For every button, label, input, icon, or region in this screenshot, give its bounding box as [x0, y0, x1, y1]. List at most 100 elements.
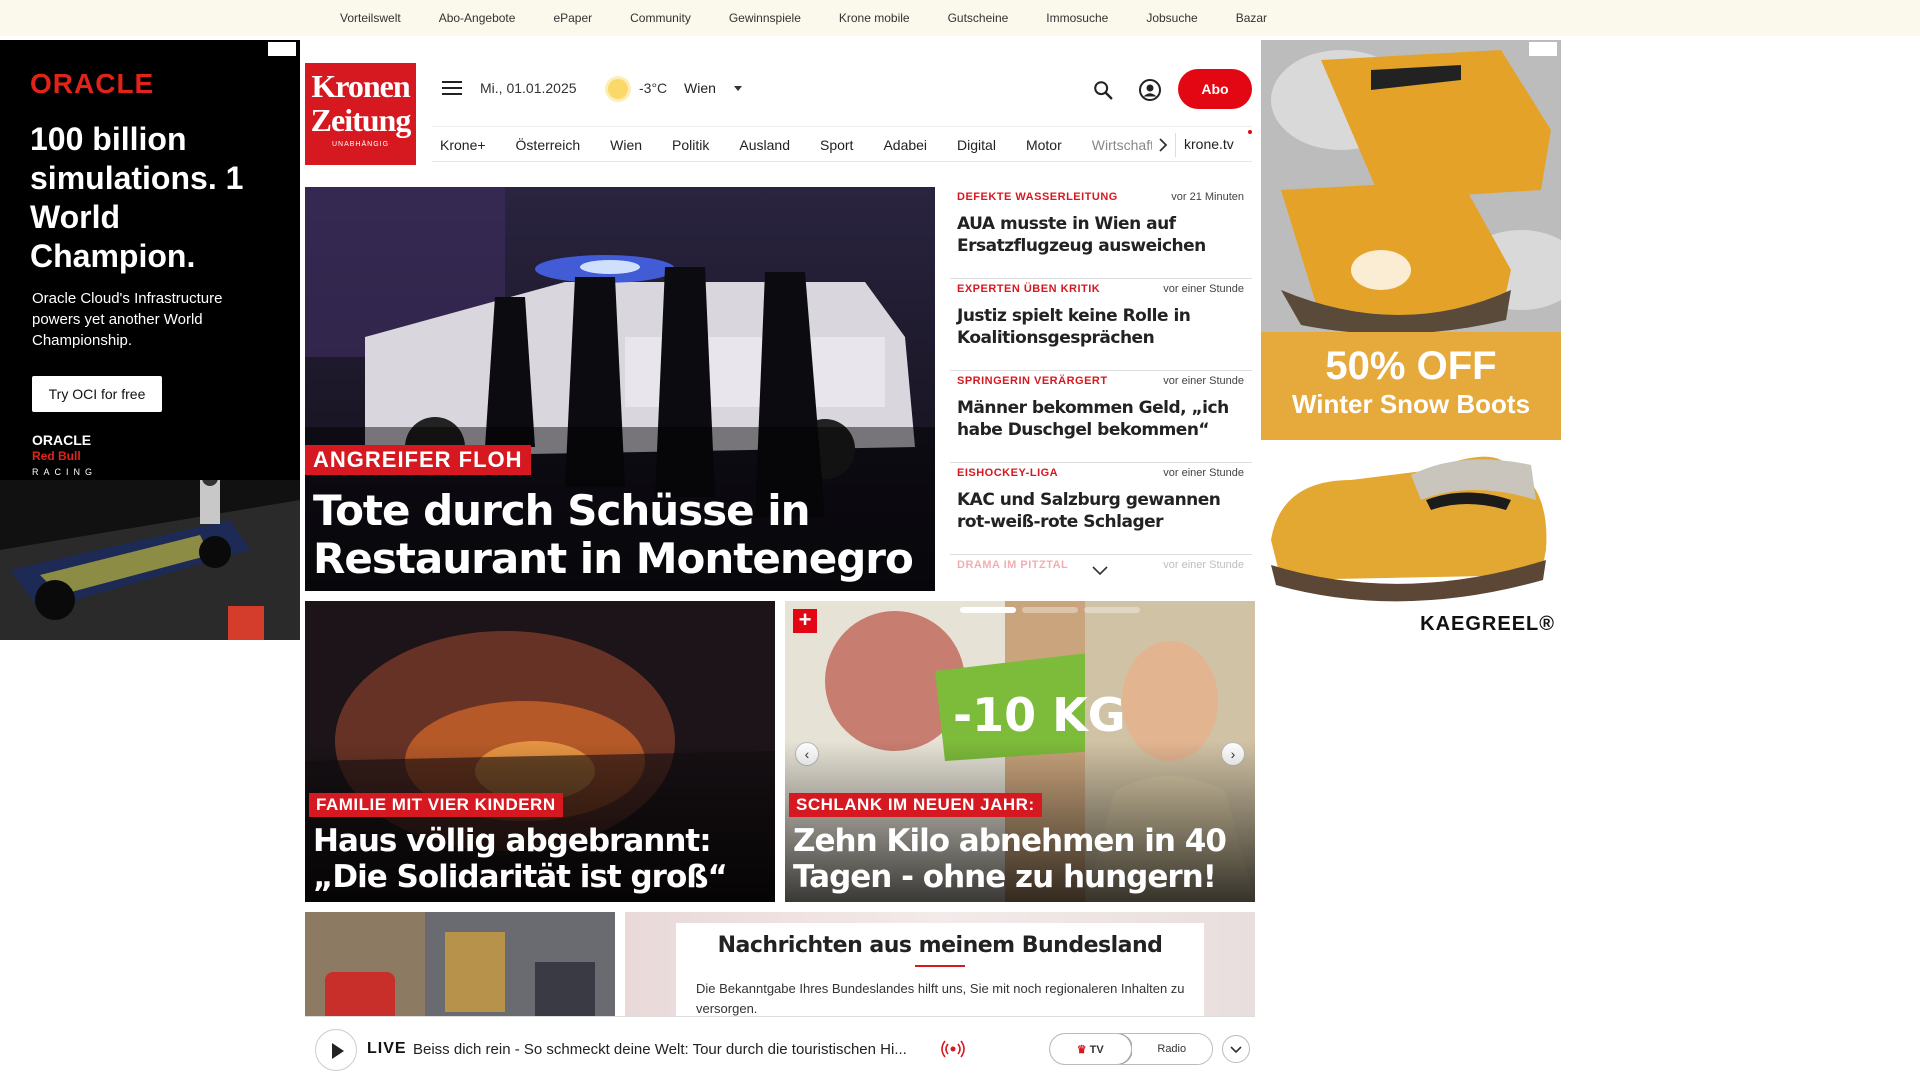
- nav-tab-adabei[interactable]: Adabei: [883, 137, 927, 153]
- bundesland-title: Nachrichten aus meinem Bundesland: [717, 933, 1163, 958]
- title-underline: [915, 965, 965, 967]
- chevron-down-icon: [1230, 1046, 1242, 1054]
- nav-tab-digital[interactable]: Digital: [957, 137, 996, 153]
- nav-tab-politik[interactable]: Politik: [672, 137, 709, 153]
- ticker-time: vor einer Stunde: [1163, 375, 1244, 387]
- ticker-time: vor einer Stunde: [1163, 467, 1244, 479]
- ticker-headline[interactable]: AUA musste in Wien auf Ersatzflugzeug au…: [957, 213, 1245, 257]
- tv-label: TV: [1089, 1043, 1104, 1056]
- nav-tab-wien[interactable]: Wien: [610, 137, 642, 153]
- current-date: Mi., 01.01.2025: [480, 80, 577, 96]
- ad-brand-kaegreel: KAEGREEL®: [1420, 613, 1555, 635]
- crown-icon: ♛: [1076, 1043, 1087, 1056]
- krone-plus-badge: +: [793, 609, 817, 633]
- topbar-link-epaper[interactable]: ePaper: [553, 11, 592, 25]
- chevron-down-icon[interactable]: [734, 86, 742, 91]
- card-kicker: SCHLANK IM NEUEN JAHR:: [789, 793, 1042, 817]
- nav-separator: [1175, 133, 1176, 157]
- ticker-time: vor 21 Minuten: [1171, 191, 1244, 203]
- article-card-slider[interactable]: -10 KG + ‹ › SCHLANK IM NEUEN JAHR: Zehn…: [785, 601, 1255, 902]
- ticker-headline[interactable]: Männer bekommen Geld, „ich habe Duschgel…: [957, 397, 1245, 441]
- card-title[interactable]: Zehn Kilo abnehmen in 40 Tagen - ohne zu…: [793, 823, 1249, 895]
- logo-line2: Zeitung: [310, 102, 412, 138]
- nav-tab-sport[interactable]: Sport: [820, 137, 853, 153]
- topbar-link-vorteilswelt[interactable]: Vorteilswelt: [340, 11, 401, 25]
- ad-racing-line1: ORACLE: [32, 432, 92, 448]
- topbar-link-immosuche[interactable]: Immosuche: [1046, 11, 1108, 25]
- topbar-link-bazar[interactable]: Bazar: [1236, 11, 1267, 25]
- bundesland-text: Die Bekanntgabe Ihres Bundeslandes hilft…: [696, 981, 1185, 1016]
- hero-article[interactable]: ANGREIFER FLOH Tote durch Schüsse in Res…: [305, 187, 935, 591]
- ad-promo-banner: 50% OFF Winter Snow Boots: [1261, 332, 1561, 440]
- slider-dot[interactable]: [1084, 607, 1140, 613]
- ticker-item[interactable]: EISHOCKEY-LIGA vor einer Stunde KAC und …: [950, 463, 1252, 555]
- chevron-down-icon[interactable]: [1091, 565, 1109, 577]
- broadcast-icon: [941, 1040, 965, 1058]
- topbar-link-jobsuche[interactable]: Jobsuche: [1146, 11, 1197, 25]
- logo-line1: Kronen: [311, 68, 410, 104]
- menu-icon[interactable]: [442, 81, 462, 97]
- temperature: -3°C: [639, 80, 668, 96]
- nav-tab-krone-plus[interactable]: Krone+: [440, 137, 486, 153]
- ad-choices-icon[interactable]: [1529, 42, 1557, 56]
- main-navigation: Krone+ Österreich Wien Politik Ausland S…: [432, 126, 1252, 162]
- ad-subtext: Oracle Cloud's Infrastructure powers yet…: [32, 290, 223, 349]
- search-icon[interactable]: [1092, 79, 1114, 101]
- top-utility-bar: Vorteilswelt Abo-Angebote ePaper Communi…: [0, 0, 1920, 36]
- card-kicker: FAMILIE MIT VIER KINDERN: [309, 793, 563, 817]
- nav-tab-krone-tv[interactable]: krone.tv: [1184, 136, 1234, 152]
- topbar-link-gutscheine[interactable]: Gutscheine: [948, 11, 1009, 25]
- abo-button[interactable]: Abo: [1178, 69, 1252, 109]
- live-player-bar: LIVE Beiss dich rein - So schmeckt deine…: [305, 1016, 1255, 1080]
- user-account-icon[interactable]: [1138, 78, 1162, 102]
- logo-tagline: UNABHÄNGIG: [331, 141, 390, 148]
- topbar-link-community[interactable]: Community: [630, 11, 691, 25]
- tv-toggle[interactable]: ♛ TV: [1050, 1034, 1132, 1064]
- ticker-time: vor einer Stunde: [1163, 283, 1244, 295]
- nav-tab-wirtschaft[interactable]: Wirtschaft: [1092, 137, 1152, 153]
- ad-oracle-logo: ORACLE: [30, 68, 155, 99]
- article-card[interactable]: FAMILIE MIT VIER KINDERN Haus völlig abg…: [305, 601, 775, 902]
- hero-title[interactable]: Tote durch Schüsse in Restaurant in Mont…: [313, 487, 923, 583]
- ticker-item[interactable]: SPRINGERIN VERÄRGERT vor einer Stunde Mä…: [950, 371, 1252, 463]
- expand-player-button[interactable]: [1222, 1035, 1250, 1063]
- ticker-headline[interactable]: Justiz spielt keine Rolle in Koalitionsg…: [957, 305, 1245, 349]
- live-description[interactable]: Beiss dich rein - So schmeckt deine Welt…: [413, 1041, 935, 1058]
- slider-dots: [960, 607, 1146, 613]
- ad-left-oracle[interactable]: ORACLE 100 billion simulations. 1 World …: [0, 40, 300, 640]
- ad-choices-icon[interactable]: [268, 42, 296, 56]
- slider-dot[interactable]: [1022, 607, 1078, 613]
- krone-logo[interactable]: Kronen Zeitung UNABHÄNGIG: [305, 63, 416, 165]
- ad-racing-line3: RACING: [32, 467, 98, 477]
- topbar-link-krone-mobile[interactable]: Krone mobile: [839, 11, 910, 25]
- snow-boot-image: [1261, 40, 1561, 332]
- live-indicator-dot: [1248, 130, 1252, 134]
- ticker-headline[interactable]: KAC und Salzburg gewannen rot-weiß-rote …: [957, 489, 1245, 533]
- ticker-item[interactable]: EXPERTEN ÜBEN KRITIK vor einer Stunde Ju…: [950, 279, 1252, 371]
- chevron-right-icon[interactable]: [1152, 133, 1174, 157]
- card-title[interactable]: Haus völlig abgebrannt: „Die Solidarität…: [313, 823, 769, 895]
- radio-toggle[interactable]: Radio: [1131, 1034, 1212, 1064]
- hero-kicker: ANGREIFER FLOH: [305, 445, 531, 475]
- bundesland-prompt: Nachrichten aus meinem Bundesland Die Be…: [676, 923, 1204, 1023]
- ticker-item[interactable]: DEFEKTE WASSERLEITUNG vor 21 Minuten AUA…: [950, 187, 1252, 279]
- ad-promo-small: Winter Snow Boots: [1291, 389, 1531, 419]
- ticker-time: vor einer Stunde: [1163, 559, 1244, 571]
- tv-radio-toggle: ♛ TV Radio: [1049, 1033, 1213, 1065]
- sun-icon: [608, 79, 628, 99]
- nav-tab-ausland[interactable]: Ausland: [739, 137, 790, 153]
- topbar-link-gewinnspiele[interactable]: Gewinnspiele: [729, 11, 801, 25]
- ad-cta-button[interactable]: Try OCI for free: [32, 376, 162, 412]
- topbar-link-abo-angebote[interactable]: Abo-Angebote: [439, 11, 516, 25]
- nav-tab-motor[interactable]: Motor: [1026, 137, 1062, 153]
- ad-headline: 100 billion simulations. 1 World Champio…: [30, 121, 244, 274]
- nav-tab-oesterreich[interactable]: Österreich: [516, 137, 581, 153]
- live-label: LIVE: [367, 1040, 407, 1057]
- city-selector[interactable]: Wien: [684, 80, 716, 96]
- play-button[interactable]: [315, 1029, 357, 1071]
- slider-dot-active[interactable]: [960, 607, 1016, 613]
- ad-oracle-o-icon[interactable]: [228, 606, 264, 640]
- ad-right-kaegreel[interactable]: 50% OFF Winter Snow Boots KAEGREEL®: [1261, 40, 1561, 640]
- ad-racing-line2: Red Bull: [32, 449, 81, 463]
- ad-promo-big: 50% OFF: [1325, 344, 1497, 388]
